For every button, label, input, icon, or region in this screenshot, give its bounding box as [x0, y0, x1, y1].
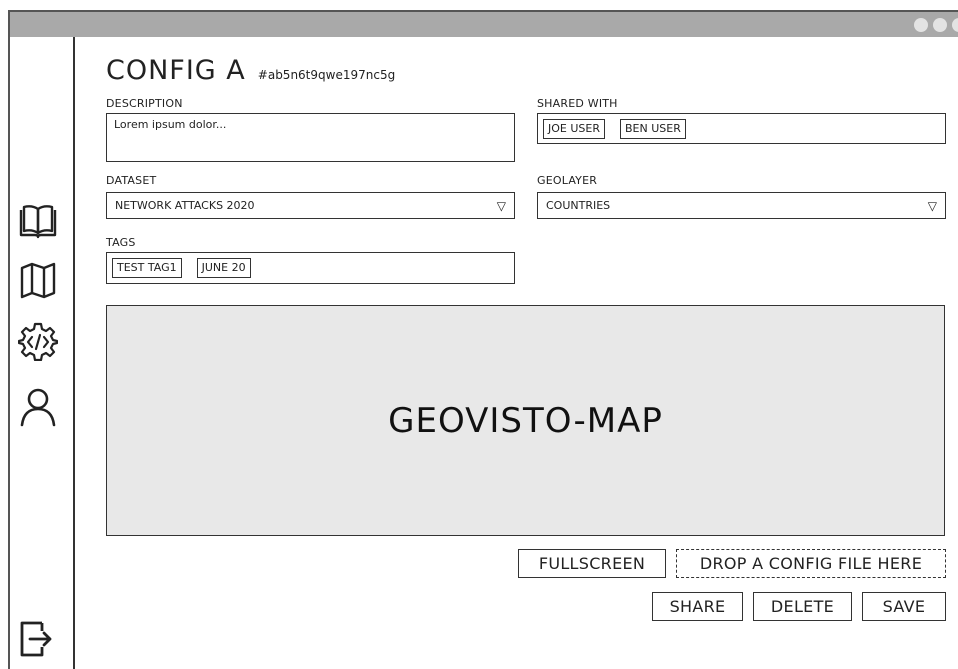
dataset-select[interactable]: NETWORK ATTACKS 2020 ▽	[106, 192, 515, 219]
shared-with-label: SHARED WITH	[537, 97, 618, 110]
geovisto-map[interactable]: GEOVISTO-MAP	[106, 305, 945, 536]
window-controls	[914, 18, 958, 32]
fullscreen-button[interactable]: FULLSCREEN	[518, 549, 666, 578]
user-icon[interactable]	[18, 387, 58, 427]
book-icon[interactable]	[18, 202, 58, 242]
shared-with-field[interactable]: JOE USER BEN USER	[537, 113, 946, 144]
window-control-dot[interactable]	[952, 18, 958, 32]
geolayer-value: COUNTRIES	[546, 199, 611, 212]
code-gear-icon[interactable]	[18, 321, 58, 361]
geolayer-label: GEOLAYER	[537, 174, 598, 187]
dataset-value: NETWORK ATTACKS 2020	[115, 199, 255, 212]
dropdown-arrow-icon: ▽	[496, 198, 506, 213]
page-title: CONFIG A #ab5n6t9qwe197nc5g	[106, 55, 395, 86]
shared-user-chip[interactable]: BEN USER	[619, 118, 686, 139]
config-drop-zone[interactable]: DROP A CONFIG FILE HERE	[676, 549, 946, 578]
window-control-dot[interactable]	[914, 18, 928, 32]
dropdown-arrow-icon: ▽	[927, 198, 937, 213]
map-icon[interactable]	[18, 260, 58, 300]
delete-button[interactable]: DELETE	[753, 592, 852, 621]
tags-label: TAGS	[106, 236, 136, 249]
description-field[interactable]: Lorem ipsum dolor...	[106, 113, 515, 162]
shared-user-chip[interactable]: JOE USER	[543, 118, 605, 139]
save-button[interactable]: SAVE	[862, 592, 946, 621]
dataset-label: DATASET	[106, 174, 157, 187]
window-control-dot[interactable]	[933, 18, 947, 32]
geolayer-select[interactable]: COUNTRIES ▽	[537, 192, 946, 219]
share-button[interactable]: SHARE	[652, 592, 743, 621]
config-title: CONFIG A	[106, 55, 246, 86]
description-label: DESCRIPTION	[106, 97, 183, 110]
tag-chip[interactable]: TEST TAG1	[112, 258, 182, 278]
window-titlebar	[10, 12, 958, 37]
config-hash: #ab5n6t9qwe197nc5g	[257, 68, 396, 82]
tag-chip[interactable]: JUNE 20	[196, 258, 251, 278]
tags-field[interactable]: TEST TAG1 JUNE 20	[106, 252, 515, 284]
sidebar	[10, 37, 75, 669]
logout-icon[interactable]	[18, 619, 58, 659]
map-placeholder-label: GEOVISTO-MAP	[388, 400, 663, 441]
